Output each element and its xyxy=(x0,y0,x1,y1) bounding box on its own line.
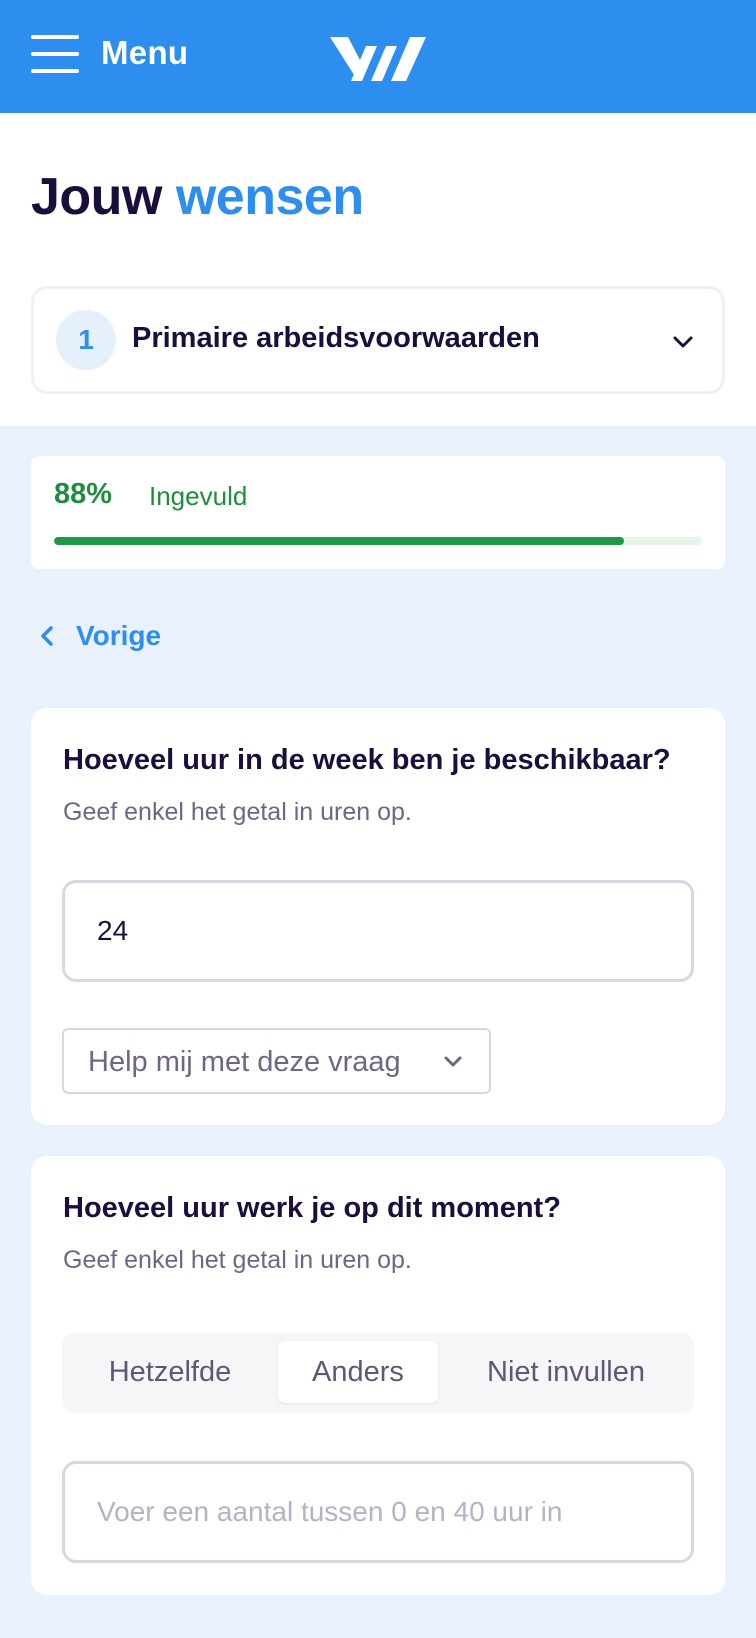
question-title: Hoeveel uur werk je op dit moment? xyxy=(63,1192,561,1224)
back-link[interactable]: Vorige xyxy=(38,620,161,652)
chevron-down-icon xyxy=(444,1056,462,1067)
step-number-badge: 1 xyxy=(56,310,116,370)
question-card-current-hours: Hoeveel uur werk je op dit moment? Geef … xyxy=(31,1156,725,1595)
page-title-part2: wensen xyxy=(175,168,364,226)
page-header: Jouw wensen 1 Primaire arbeidsvoorwaarde… xyxy=(0,113,756,426)
segmented-control: Hetzelfde Anders Niet invullen xyxy=(62,1333,694,1413)
current-hours-input[interactable] xyxy=(62,1461,694,1563)
top-bar: Menu xyxy=(0,0,756,113)
menu-button[interactable]: Menu xyxy=(101,34,188,72)
option-skip[interactable]: Niet invullen xyxy=(446,1341,686,1403)
progress-percentage: 88% xyxy=(54,478,113,510)
page-title: Jouw wensen xyxy=(31,167,364,227)
option-same[interactable]: Hetzelfde xyxy=(70,1341,270,1403)
available-hours-input[interactable] xyxy=(62,880,694,982)
option-different[interactable]: Anders xyxy=(278,1341,438,1403)
brand-logo[interactable] xyxy=(330,34,426,84)
question-card-available-hours: Hoeveel uur in de week ben je beschikbaa… xyxy=(31,708,725,1125)
progress-status: Ingevuld xyxy=(149,481,248,511)
question-subtitle: Geef enkel het getal in uren op. xyxy=(63,798,412,826)
progress-card: 88% Ingevuld xyxy=(31,456,725,569)
progress-bar-fill xyxy=(54,537,625,545)
chevron-left-icon xyxy=(41,626,53,646)
question-title: Hoeveel uur in de week ben je beschikbaa… xyxy=(63,744,671,776)
progress-bar xyxy=(54,537,702,545)
help-button-label: Help mij met deze vraag xyxy=(88,1046,401,1078)
help-button[interactable]: Help mij met deze vraag xyxy=(62,1028,491,1094)
section-dropdown[interactable]: 1 Primaire arbeidsvoorwaarden xyxy=(31,286,725,394)
hamburger-menu-icon[interactable] xyxy=(31,35,79,73)
chevron-down-icon xyxy=(673,336,693,348)
page-title-part1: Jouw xyxy=(31,168,162,226)
section-name: Primaire arbeidsvoorwaarden xyxy=(132,322,540,354)
question-subtitle: Geef enkel het getal in uren op. xyxy=(63,1246,412,1274)
back-link-label: Vorige xyxy=(76,620,162,651)
